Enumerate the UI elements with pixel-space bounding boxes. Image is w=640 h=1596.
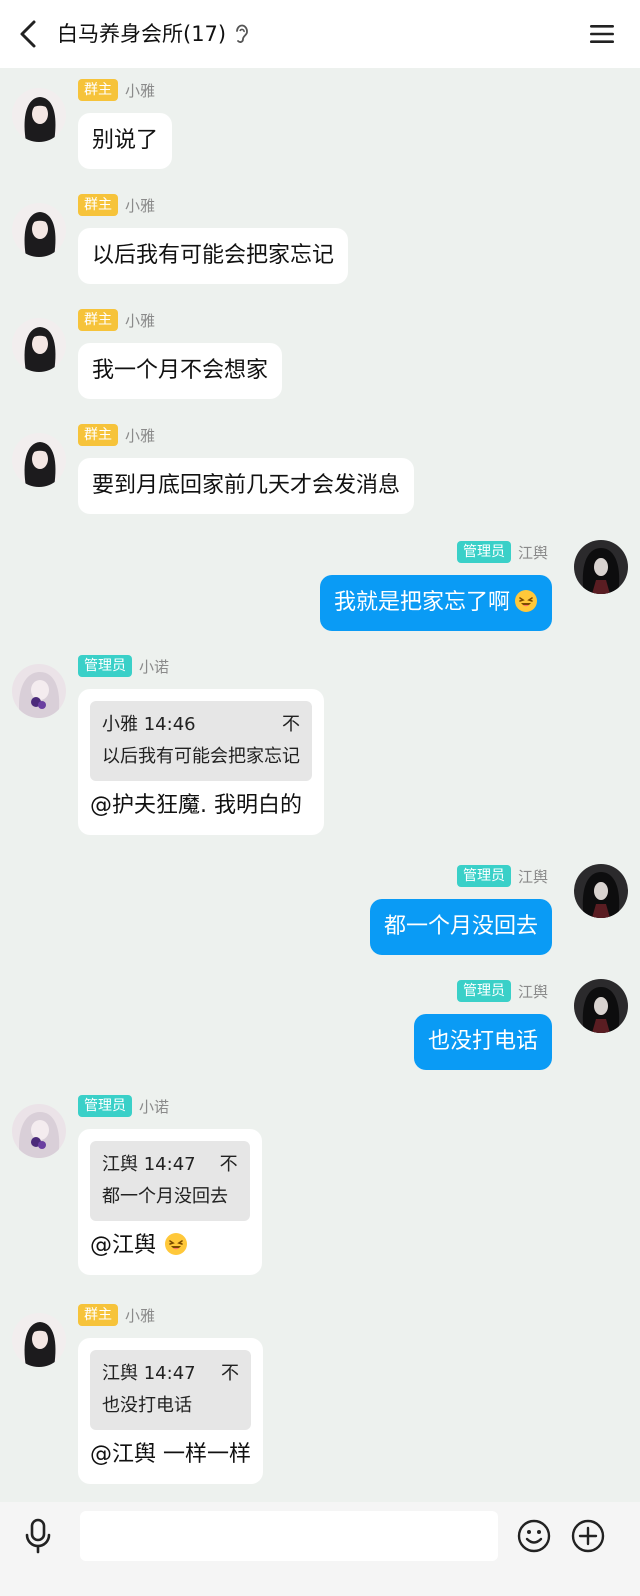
- quoted-message[interactable]: 小雅 14:46 不 以后我有可能会把家忘记: [90, 701, 312, 781]
- message-row: 群主 小雅 我一个月不会想家: [0, 308, 640, 408]
- quote-pin: 不: [221, 1363, 239, 1384]
- quoted-message[interactable]: 江舆 14:47 不 也没打电话: [90, 1350, 251, 1430]
- quote-text: 也没打电话: [102, 1395, 192, 1416]
- role-badge: 群主: [78, 309, 118, 331]
- sender-meta: 群主 小雅: [78, 423, 155, 447]
- role-badge: 管理员: [78, 1095, 132, 1117]
- role-badge: 群主: [78, 194, 118, 216]
- mic-icon: [25, 1518, 51, 1554]
- sender-name[interactable]: 江舆: [518, 542, 548, 563]
- message-bubble[interactable]: 我一个月不会想家: [78, 343, 283, 399]
- role-badge: 群主: [78, 424, 118, 446]
- message-bubble[interactable]: 小雅 14:46 不 以后我有可能会把家忘记 @护夫狂魔. 我明白的: [78, 689, 324, 835]
- chat-title-row[interactable]: 白马养身会所(17): [57, 18, 250, 50]
- reply-mention: @江舆: [90, 1233, 157, 1258]
- quote-pin: 不: [282, 714, 300, 735]
- message-row: 群主 小雅 要到月底回家前几天才会发消息: [0, 423, 640, 523]
- quote-header: 小雅 14:46 不: [102, 709, 300, 741]
- message-input[interactable]: [80, 1511, 498, 1561]
- avatar[interactable]: [574, 864, 628, 918]
- sender-name[interactable]: 小雅: [125, 1305, 155, 1326]
- smiley-icon: [517, 1519, 551, 1553]
- sender-meta: 管理员 小诺: [78, 654, 169, 678]
- emoji-button[interactable]: [516, 1518, 552, 1554]
- message-row: 管理员 江舆 也没打电话: [0, 979, 640, 1079]
- voice-button[interactable]: [20, 1516, 56, 1556]
- avatar[interactable]: [12, 1104, 66, 1158]
- menu-icon: [590, 25, 614, 43]
- avatar[interactable]: [12, 433, 66, 487]
- sender-meta: 群主 小雅: [78, 1303, 155, 1327]
- sender-meta: 群主 小雅: [78, 193, 155, 217]
- message-bubble[interactable]: 要到月底回家前几天才会发消息: [78, 458, 415, 514]
- reply-text: @护夫狂魔. 我明白的: [90, 793, 302, 818]
- sender-meta: 群主 小雅: [78, 308, 155, 332]
- sender-name[interactable]: 小雅: [125, 425, 155, 446]
- chat-title: 白马养身会所(17): [57, 22, 227, 46]
- quote-text: 以后我有可能会把家忘记: [102, 746, 300, 767]
- message-text: 我就是把家忘了啊: [333, 590, 510, 615]
- sender-meta: 管理员 小诺: [78, 1094, 169, 1118]
- laughing-emoji-icon: [514, 589, 538, 613]
- sender-meta: 管理员 江舆: [456, 540, 548, 564]
- message-row: 管理员 小诺 小雅 14:46 不 以后我有可能会把家忘记 @护夫狂魔. 我明白…: [0, 654, 640, 844]
- plus-circle-icon: [571, 1519, 605, 1553]
- back-arrow-icon: [20, 20, 36, 48]
- message-row: 群主 小雅 别说了: [0, 78, 640, 178]
- quote-author-time: 江舆 14:47: [102, 1363, 196, 1384]
- role-badge: 群主: [78, 79, 118, 101]
- ear-icon: [234, 23, 250, 45]
- message-bubble[interactable]: 以后我有可能会把家忘记: [78, 228, 349, 284]
- avatar[interactable]: [12, 203, 66, 257]
- role-badge: 管理员: [78, 655, 132, 677]
- avatar[interactable]: [12, 88, 66, 142]
- back-button[interactable]: [8, 14, 48, 54]
- role-badge: 群主: [78, 1304, 118, 1326]
- sender-name[interactable]: 小诺: [139, 1096, 169, 1117]
- sender-name[interactable]: 小诺: [139, 656, 169, 677]
- sender-name[interactable]: 江舆: [518, 981, 548, 1002]
- sender-meta: 群主 小雅: [78, 78, 155, 102]
- avatar[interactable]: [574, 540, 628, 594]
- sender-name[interactable]: 小雅: [125, 80, 155, 101]
- avatar[interactable]: [12, 1313, 66, 1367]
- quote-author-time: 小雅 14:46: [102, 714, 196, 735]
- message-row: 管理员 江舆 我就是把家忘了啊: [0, 540, 640, 640]
- chat-header: 白马养身会所(17): [0, 0, 640, 68]
- sender-meta: 管理员 江舆: [456, 979, 548, 1003]
- quote-text: 都一个月没回去: [102, 1186, 228, 1207]
- sender-name[interactable]: 小雅: [125, 195, 155, 216]
- reply-text: @江舆 一样一样: [90, 1442, 251, 1467]
- message-bubble[interactable]: 都一个月没回去: [369, 899, 552, 955]
- more-button[interactable]: [570, 1518, 606, 1554]
- message-row: 群主 小雅 以后我有可能会把家忘记: [0, 193, 640, 293]
- message-bubble[interactable]: 江舆 14:47 不 都一个月没回去 @江舆: [78, 1129, 262, 1275]
- quote-pin: 不: [219, 1154, 238, 1175]
- role-badge: 管理员: [456, 541, 511, 563]
- message-bubble[interactable]: 别说了: [78, 113, 173, 169]
- avatar[interactable]: [12, 664, 66, 718]
- reply-text: @江舆: [90, 1231, 250, 1261]
- message-bubble[interactable]: 江舆 14:47 不 也没打电话 @江舆 一样一样: [78, 1338, 263, 1484]
- sender-name[interactable]: 江舆: [518, 866, 548, 887]
- message-bubble[interactable]: 我就是把家忘了啊: [319, 575, 552, 631]
- avatar[interactable]: [12, 318, 66, 372]
- message-row: 管理员 江舆 都一个月没回去: [0, 864, 640, 964]
- laughing-emoji-icon: [164, 1232, 188, 1256]
- sender-name[interactable]: 小雅: [125, 310, 155, 331]
- quote-header: 江舆 14:47 不: [102, 1358, 239, 1390]
- sender-meta: 管理员 江舆: [456, 864, 548, 888]
- role-badge: 管理员: [456, 865, 511, 887]
- message-row: 群主 小雅 江舆 14:47 不 也没打电话 @江舆 一样一样: [0, 1303, 640, 1498]
- quoted-message[interactable]: 江舆 14:47 不 都一个月没回去: [90, 1141, 250, 1221]
- message-row: 管理员 小诺 江舆 14:47 不 都一个月没回去 @江舆: [0, 1094, 640, 1284]
- quote-author-time: 江舆 14:47: [102, 1154, 196, 1175]
- avatar[interactable]: [574, 979, 628, 1033]
- menu-button[interactable]: [586, 18, 618, 50]
- quote-header: 江舆 14:47 不: [102, 1149, 238, 1181]
- role-badge: 管理员: [456, 980, 511, 1002]
- input-bar: [0, 1502, 640, 1596]
- message-bubble[interactable]: 也没打电话: [413, 1014, 552, 1070]
